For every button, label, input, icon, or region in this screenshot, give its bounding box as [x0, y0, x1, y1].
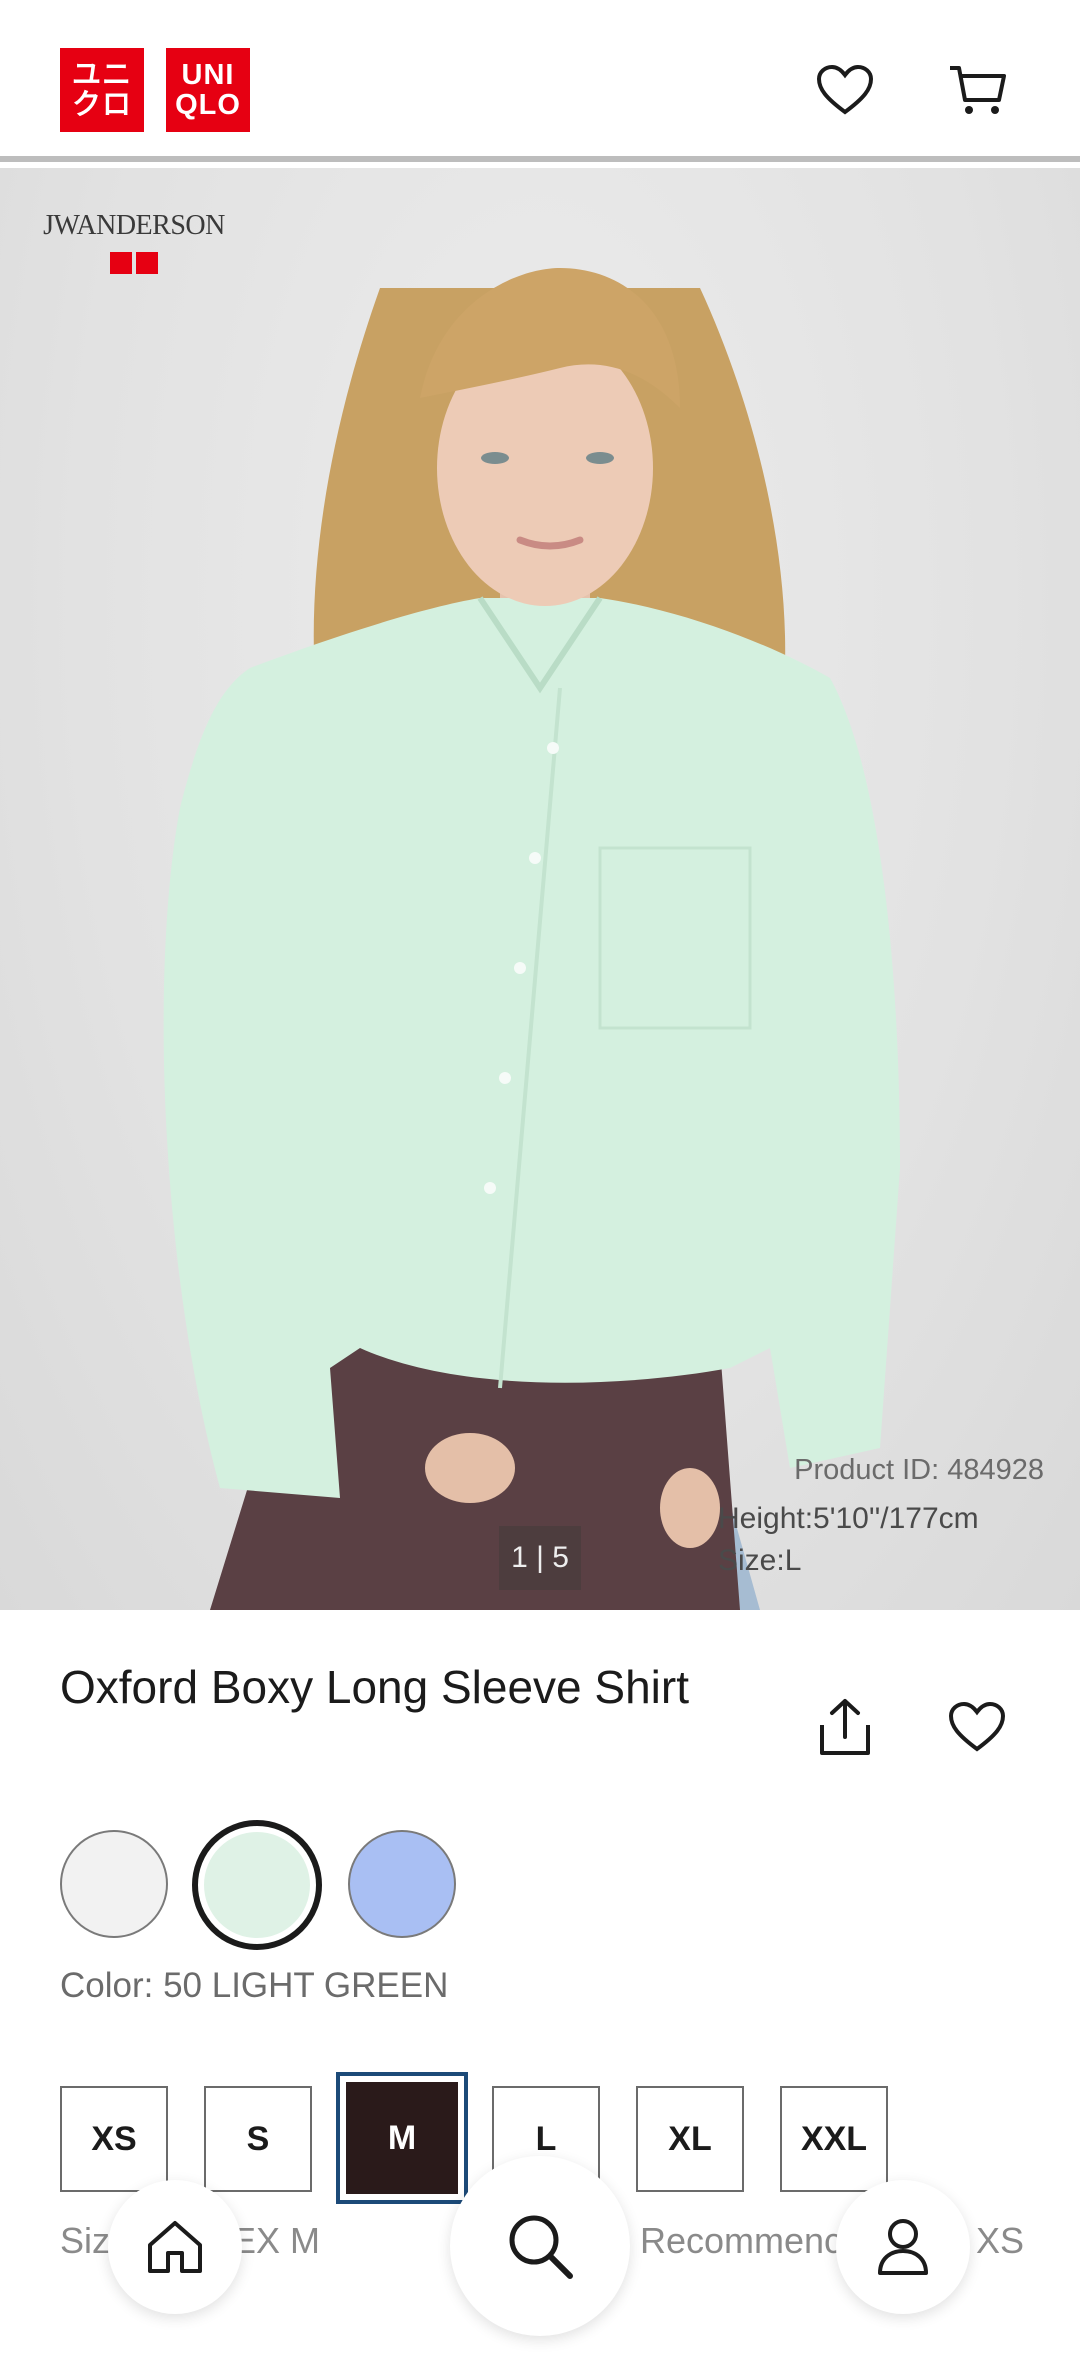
size-hint-left: Siz — [60, 2220, 111, 2261]
model-height: Height:5'10''/177cm — [718, 1502, 979, 1535]
user-icon — [878, 2219, 928, 2275]
uniqlo-logo[interactable]: ユニ クロ UNI QLO — [60, 48, 250, 132]
size-option-xl[interactable]: XL — [636, 2086, 744, 2192]
logo-latin: UNI QLO — [166, 48, 250, 132]
share-icon — [820, 1699, 870, 1755]
cart-icon — [950, 66, 1006, 114]
model-size: Size:L — [718, 1544, 802, 1577]
home-icon — [148, 2221, 202, 2273]
size-option-xxl[interactable]: XXL — [780, 2086, 888, 2192]
search-icon — [509, 2215, 573, 2279]
size-hint-mid: EX M — [232, 2220, 321, 2261]
color-swatch-light-green[interactable] — [192, 1820, 322, 1950]
size-hint-end: XS — [976, 2220, 1025, 2261]
favorite-button[interactable] — [942, 1692, 1012, 1762]
cart-button[interactable] — [942, 55, 1012, 125]
image-counter: 1 | 5 — [499, 1526, 581, 1590]
search-button[interactable] — [450, 2156, 630, 2336]
size-option-m[interactable]: M — [336, 2072, 468, 2204]
product-title: Oxford Boxy Long Sleeve Shirt — [60, 1661, 689, 1713]
uniqlo-mini-logo — [34, 252, 234, 274]
brand-name: JWANDERSON — [43, 210, 225, 241]
account-button[interactable] — [836, 2180, 970, 2314]
home-button[interactable] — [108, 2180, 242, 2314]
app-header: ユニ クロ UNI QLO — [0, 0, 1080, 162]
share-button[interactable] — [810, 1692, 880, 1762]
product-photo — [163, 268, 900, 1610]
size-option-s[interactable]: S — [204, 2086, 312, 2192]
product-image-carousel[interactable]: JWANDERSON Product ID: 484928 Height:5'1… — [0, 168, 1080, 1610]
wishlist-button[interactable] — [810, 55, 880, 125]
logo-katakana: ユニ クロ — [60, 48, 144, 132]
brand-badge: JWANDERSON — [34, 210, 234, 274]
heart-icon — [816, 64, 874, 115]
color-swatch-light-blue[interactable] — [348, 1830, 456, 1938]
model-info: Height:5'10''/177cm Size:L — [718, 1498, 1044, 1582]
product-id: Product ID: 484928 — [794, 1454, 1044, 1486]
color-swatch-white[interactable] — [60, 1830, 168, 1938]
size-option-xs[interactable]: XS — [60, 2086, 168, 2192]
size-hint-right: Recommenc — [640, 2220, 843, 2261]
selected-color-label: Color: 50 LIGHT GREEN — [60, 1966, 449, 2005]
heart-icon — [948, 1701, 1006, 1752]
